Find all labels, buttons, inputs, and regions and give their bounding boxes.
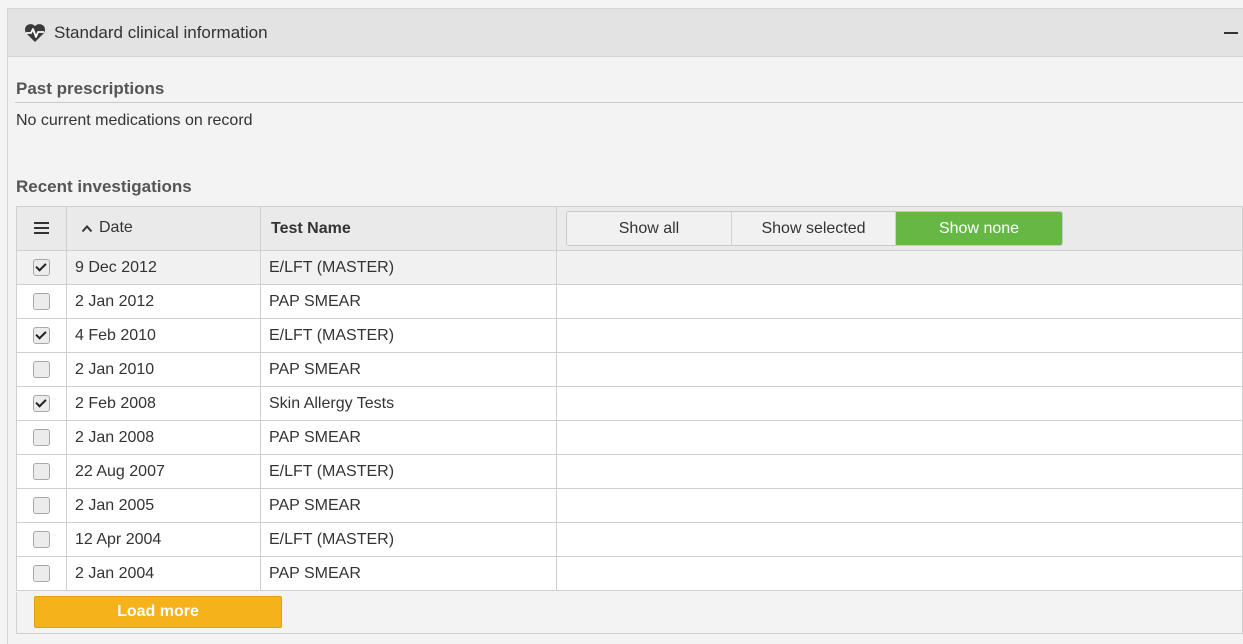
row-test-name: PAP SMEAR xyxy=(260,556,557,591)
row-date: 9 Dec 2012 xyxy=(66,250,261,285)
row-detail-cell xyxy=(556,386,1243,421)
date-column-header[interactable]: Date xyxy=(66,206,261,251)
row-date: 2 Jan 2004 xyxy=(66,556,261,591)
row-test-name: PAP SMEAR xyxy=(260,352,557,387)
heart-pulse-icon xyxy=(24,23,46,43)
table-header-row: Date Test Name Show all Show selected Sh… xyxy=(16,206,1243,251)
row-date: 22 Aug 2007 xyxy=(66,454,261,489)
chevron-up-icon xyxy=(81,220,93,238)
table-row[interactable]: 12 Apr 2004 E/LFT (MASTER) xyxy=(16,522,1243,557)
row-date: 2 Jan 2005 xyxy=(66,488,261,523)
row-test-name: PAP SMEAR xyxy=(260,488,557,523)
row-detail-cell xyxy=(556,318,1243,353)
past-prescriptions-heading: Past prescriptions xyxy=(16,79,165,98)
row-test-name: E/LFT (MASTER) xyxy=(260,318,557,353)
row-test-name: E/LFT (MASTER) xyxy=(260,522,557,557)
row-detail-cell xyxy=(556,522,1243,557)
column-menu-button[interactable] xyxy=(16,206,67,251)
row-checkbox[interactable] xyxy=(33,429,50,446)
table-row[interactable]: 2 Jan 2012 PAP SMEAR xyxy=(16,284,1243,319)
row-checkbox[interactable] xyxy=(33,395,50,412)
row-checkbox[interactable] xyxy=(33,463,50,480)
table-row[interactable]: 4 Feb 2010 E/LFT (MASTER) xyxy=(16,318,1243,353)
row-detail-cell xyxy=(556,352,1243,387)
table-row[interactable]: 2 Jan 2004 PAP SMEAR xyxy=(16,556,1243,591)
section-divider xyxy=(15,102,1243,103)
row-checkbox[interactable] xyxy=(33,361,50,378)
table-row[interactable]: 2 Feb 2008 Skin Allergy Tests xyxy=(16,386,1243,421)
row-date: 12 Apr 2004 xyxy=(66,522,261,557)
filter-header-cell: Show all Show selected Show none xyxy=(556,206,1243,251)
row-test-name: PAP SMEAR xyxy=(260,420,557,455)
row-test-name: Skin Allergy Tests xyxy=(260,386,557,421)
row-date: 2 Jan 2012 xyxy=(66,284,261,319)
minus-icon xyxy=(1224,32,1238,34)
row-detail-cell xyxy=(556,284,1243,319)
row-detail-cell xyxy=(556,488,1243,523)
collapse-button[interactable] xyxy=(1221,23,1241,43)
table-row[interactable]: 9 Dec 2012 E/LFT (MASTER) xyxy=(16,250,1243,285)
row-checkbox-cell xyxy=(16,386,67,421)
table-footer: Load more xyxy=(16,592,1243,634)
row-test-name: E/LFT (MASTER) xyxy=(260,454,557,489)
test-name-column-header[interactable]: Test Name xyxy=(260,206,557,251)
show-all-button[interactable]: Show all xyxy=(567,212,732,245)
row-checkbox[interactable] xyxy=(33,293,50,310)
panel-title: Standard clinical information xyxy=(54,22,268,42)
row-checkbox[interactable] xyxy=(33,327,50,344)
row-detail-cell xyxy=(556,250,1243,285)
table-row[interactable]: 2 Jan 2005 PAP SMEAR xyxy=(16,488,1243,523)
row-checkbox-cell xyxy=(16,488,67,523)
table-row[interactable]: 2 Jan 2010 PAP SMEAR xyxy=(16,352,1243,387)
row-detail-cell xyxy=(556,556,1243,591)
row-checkbox-cell xyxy=(16,318,67,353)
row-checkbox[interactable] xyxy=(33,497,50,514)
show-none-button[interactable]: Show none xyxy=(896,212,1062,245)
table-row[interactable]: 2 Jan 2008 PAP SMEAR xyxy=(16,420,1243,455)
row-checkbox[interactable] xyxy=(33,531,50,548)
recent-investigations-heading: Recent investigations xyxy=(16,177,192,196)
row-test-name: E/LFT (MASTER) xyxy=(260,250,557,285)
row-test-name: PAP SMEAR xyxy=(260,284,557,319)
row-date: 2 Jan 2010 xyxy=(66,352,261,387)
row-checkbox-cell xyxy=(16,522,67,557)
hamburger-menu-icon xyxy=(34,222,49,235)
table-row[interactable]: 22 Aug 2007 E/LFT (MASTER) xyxy=(16,454,1243,489)
row-checkbox-cell xyxy=(16,556,67,591)
show-selected-button[interactable]: Show selected xyxy=(732,212,896,245)
row-checkbox-cell xyxy=(16,420,67,455)
panel-header[interactable]: Standard clinical information xyxy=(8,9,1243,57)
row-date: 4 Feb 2010 xyxy=(66,318,261,353)
row-checkbox-cell xyxy=(16,284,67,319)
investigations-table: Date Test Name Show all Show selected Sh… xyxy=(16,206,1243,591)
row-checkbox[interactable] xyxy=(33,565,50,582)
row-detail-cell xyxy=(556,420,1243,455)
row-checkbox-cell xyxy=(16,250,67,285)
date-column-label: Date xyxy=(99,219,133,236)
row-date: 2 Jan 2008 xyxy=(66,420,261,455)
clinical-info-panel: Standard clinical information Past presc… xyxy=(7,8,1243,644)
row-date: 2 Feb 2008 xyxy=(66,386,261,421)
row-checkbox-cell xyxy=(16,454,67,489)
no-medications-text: No current medications on record xyxy=(16,112,253,129)
row-detail-cell xyxy=(556,454,1243,489)
load-more-button[interactable]: Load more xyxy=(34,596,282,628)
show-filter-toggle: Show all Show selected Show none xyxy=(566,211,1063,246)
row-checkbox[interactable] xyxy=(33,259,50,276)
row-checkbox-cell xyxy=(16,352,67,387)
